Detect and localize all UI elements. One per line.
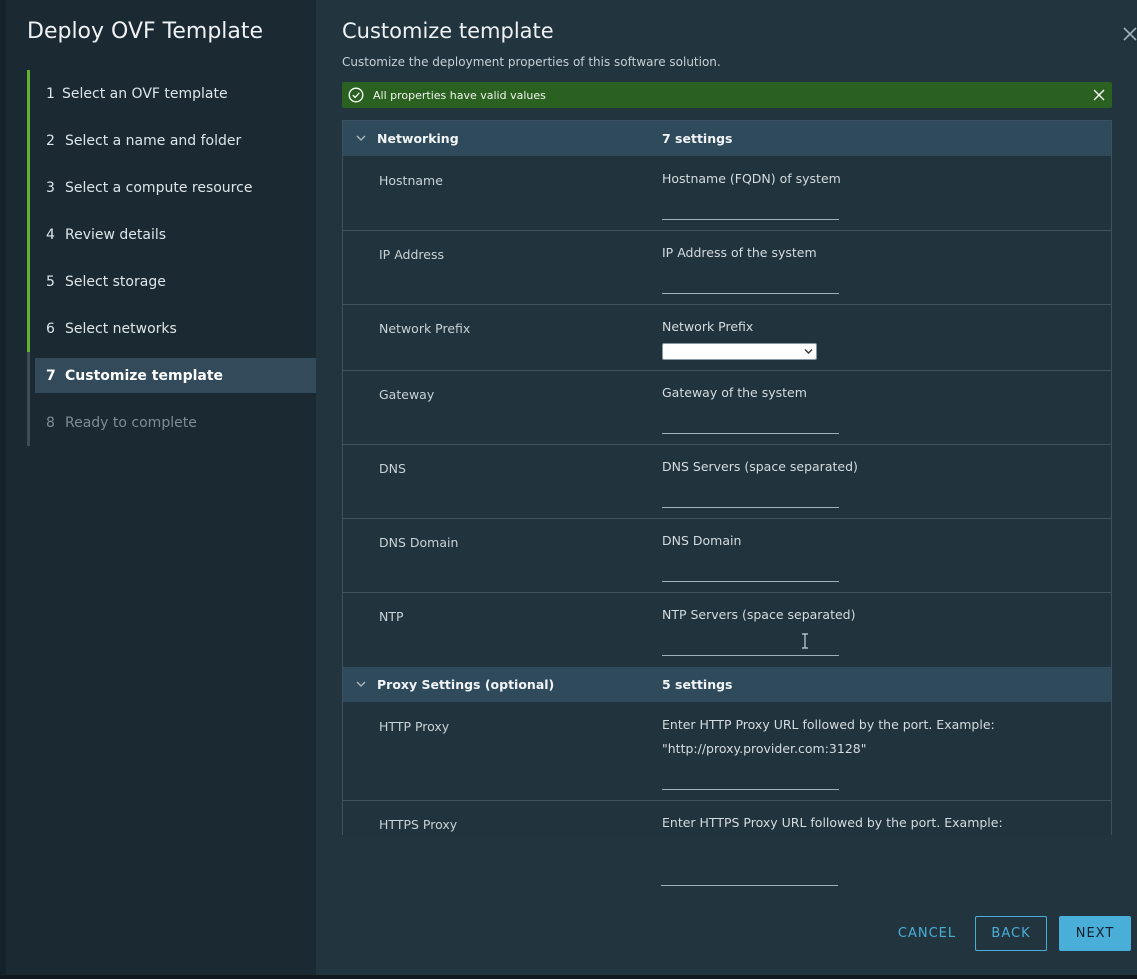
close-icon[interactable] [1092, 88, 1106, 102]
property-row-http-proxy: HTTP Proxy Enter HTTP Proxy URL followed… [343, 703, 1111, 801]
step-label: Select networks [65, 320, 177, 337]
property-row-https-proxy: HTTPS Proxy Enter HTTPS Proxy URL follow… [343, 801, 1111, 835]
wizard-steps: 1 Select an OVF template 2 Select a name… [27, 70, 316, 446]
group-name: Proxy Settings (optional) [377, 677, 555, 692]
property-label: Network Prefix [379, 321, 471, 336]
property-description: Gateway of the system [662, 385, 807, 400]
property-label: HTTPS Proxy [379, 817, 458, 832]
group-count: 7 settings [662, 131, 733, 146]
wizard-step-5[interactable]: 5 Select storage [27, 258, 316, 305]
network-prefix-select[interactable] [662, 343, 817, 360]
step-label: Select an OVF template [62, 85, 228, 102]
panel-overflow [342, 835, 1112, 895]
group-count: 5 settings [662, 677, 733, 692]
property-row-dns: DNS DNS Servers (space separated) [343, 445, 1111, 519]
https-proxy-underline [661, 866, 838, 886]
next-button[interactable]: NEXT [1059, 916, 1131, 951]
property-row-network-prefix: Network Prefix Network Prefix [343, 305, 1111, 371]
hostname-input[interactable] [662, 200, 839, 220]
property-description: DNS Domain [662, 533, 742, 548]
wizard-title: Deploy OVF Template [27, 19, 264, 44]
page-title: Customize template [342, 19, 554, 43]
dns-domain-input[interactable] [662, 562, 839, 582]
bottom-edge [0, 975, 1137, 979]
property-label: HTTP Proxy [379, 719, 450, 734]
step-label: Select a name and folder [65, 132, 242, 149]
property-row-hostname: Hostname Hostname (FQDN) of system [343, 157, 1111, 231]
success-alert: All properties have valid values [342, 82, 1112, 108]
property-label: Gateway [379, 387, 435, 402]
property-label: DNS [379, 461, 406, 476]
step-label: Ready to complete [65, 414, 197, 431]
property-label: IP Address [379, 247, 444, 262]
wizard-step-8: 8 Ready to complete [27, 399, 316, 446]
property-description: Enter HTTP Proxy URL followed by the por… [662, 717, 995, 756]
step-number: 8 [46, 414, 55, 431]
property-description: Enter HTTPS Proxy URL followed by the po… [662, 815, 1003, 830]
wizard-step-1[interactable]: 1 Select an OVF template [27, 70, 316, 117]
step-number: 4 [46, 226, 55, 243]
page-subtitle: Customize the deployment properties of t… [342, 55, 721, 69]
property-row-ip-address: IP Address IP Address of the system [343, 231, 1111, 305]
back-button[interactable]: BACK [975, 916, 1047, 951]
text-cursor-icon [802, 633, 808, 649]
property-description: Network Prefix [662, 319, 754, 334]
cancel-button[interactable]: CANCEL [884, 916, 970, 951]
chevron-down-icon[interactable] [356, 134, 366, 142]
group-header-networking[interactable]: Networking 7 settings [343, 121, 1111, 156]
wizard-step-6[interactable]: 6 Select networks [27, 305, 316, 352]
wizard-step-7[interactable]: 7 Customize template [27, 352, 316, 399]
property-description: DNS Servers (space separated) [662, 459, 858, 474]
group-header-proxy[interactable]: Proxy Settings (optional) 5 settings [343, 667, 1111, 702]
dns-input[interactable] [662, 488, 839, 508]
step-number: 3 [46, 179, 55, 196]
chevron-down-icon[interactable] [356, 680, 366, 688]
close-icon[interactable] [1120, 24, 1137, 44]
step-number: 2 [46, 132, 55, 149]
step-label: Select a compute resource [65, 179, 253, 196]
ip-address-input[interactable] [662, 274, 839, 294]
main-content: Customize template Customize the deploym… [316, 0, 1137, 979]
step-number: 6 [46, 320, 55, 337]
step-label: Select storage [65, 273, 166, 290]
properties-panel: Networking 7 settings Hostname Hostname … [342, 120, 1112, 835]
property-description: NTP Servers (space separated) [662, 607, 856, 622]
step-number: 7 [46, 367, 56, 384]
wizard-step-4[interactable]: 4 Review details [27, 211, 316, 258]
ntp-input[interactable] [662, 636, 839, 656]
property-label: NTP [379, 609, 404, 624]
property-row-dns-domain: DNS Domain DNS Domain [343, 519, 1111, 593]
step-label: Review details [65, 226, 167, 243]
wizard-sidebar: Deploy OVF Template 1 Select an OVF temp… [6, 0, 316, 979]
check-circle-icon [348, 87, 364, 103]
property-label: Hostname [379, 173, 443, 188]
step-number: 5 [46, 273, 55, 290]
property-description: Hostname (FQDN) of system [662, 171, 841, 186]
wizard-footer: CANCEL BACK NEXT [316, 900, 1137, 979]
property-label: DNS Domain [379, 535, 459, 550]
property-row-ntp: NTP NTP Servers (space separated) [343, 593, 1111, 667]
property-row-gateway: Gateway Gateway of the system [343, 371, 1111, 445]
property-description: IP Address of the system [662, 245, 817, 260]
group-name: Networking [377, 131, 459, 146]
wizard-step-3[interactable]: 3 Select a compute resource [27, 164, 316, 211]
http-proxy-input[interactable] [662, 770, 839, 790]
alert-text: All properties have valid values [373, 88, 546, 102]
wizard-step-2[interactable]: 2 Select a name and folder [27, 117, 316, 164]
chevron-down-icon [804, 349, 813, 354]
gateway-input[interactable] [662, 414, 839, 434]
step-label: Customize template [65, 367, 224, 384]
step-number: 1 [46, 85, 55, 102]
